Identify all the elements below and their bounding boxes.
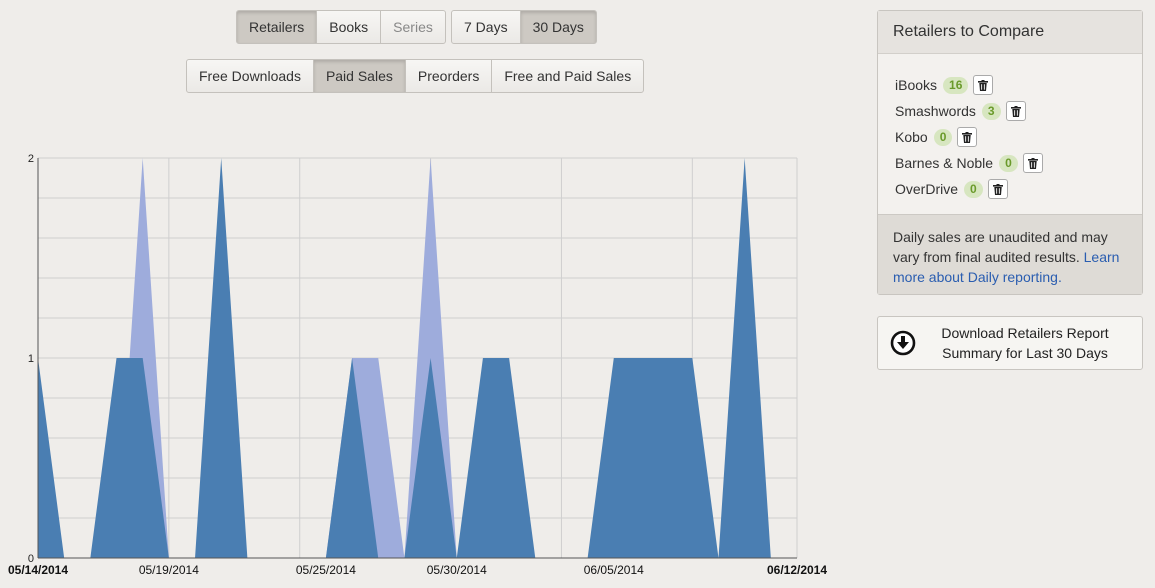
retailer-item: Smashwords 3 [895, 98, 1142, 124]
y-tick-label: 1 [28, 353, 34, 365]
panel-title: Retailers to Compare [878, 11, 1142, 54]
retailer-item: OverDrive 0 [895, 176, 1142, 202]
trash-icon[interactable] [973, 75, 994, 95]
trash-icon[interactable] [957, 127, 978, 147]
trash-icon[interactable] [987, 179, 1008, 199]
retailer-count-badge: 0 [933, 128, 953, 146]
note-text: Daily sales are unaudited and may vary f… [893, 229, 1108, 265]
retailer-name: Smashwords [895, 103, 976, 119]
tab-7-days[interactable]: 7 Days [451, 10, 521, 44]
trash-icon[interactable] [1005, 101, 1026, 121]
download-circle-icon [890, 330, 916, 356]
y-tick-label: 2 [28, 153, 34, 165]
retailer-name: OverDrive [895, 181, 959, 197]
sales-area-chart: 01205/14/2014 05/19/2014 05/25/2014 05/30/2… [8, 153, 827, 577]
sales-type-tabs: Free Downloads Paid Sales Preorders Free… [186, 59, 645, 93]
retailers-compare-panel: Retailers to Compare iBooks 16 Smashword… [877, 10, 1143, 295]
tab-30-days[interactable]: 30 Days [519, 10, 597, 44]
tab-books[interactable]: Books [316, 10, 382, 44]
tab-preorders[interactable]: Preorders [404, 59, 493, 93]
retailer-item: iBooks 16 [895, 72, 1142, 98]
x-tick-label: 05/14/2014 [8, 563, 68, 577]
tab-series[interactable]: Series [380, 10, 446, 44]
download-report-button[interactable]: Download Retailers Report Summary for La… [877, 316, 1143, 370]
retailer-name: Kobo [895, 129, 928, 145]
view-type-tabs: Retailers Books Series [236, 10, 446, 44]
date-range-tabs: 7 Days 30 Days [451, 10, 597, 44]
retailer-item: Kobo 0 [895, 124, 1142, 150]
x-tick-label: 05/19/2014 [139, 563, 199, 577]
tab-free-downloads[interactable]: Free Downloads [186, 59, 314, 93]
daily-sales-note: Daily sales are unaudited and may vary f… [878, 214, 1142, 294]
x-tick-label: 05/30/2014 [427, 563, 487, 577]
x-tick-label: 05/25/2014 [296, 563, 356, 577]
retailer-name: Barnes & Noble [895, 155, 994, 171]
x-tick-label: 06/12/2014 [767, 563, 827, 577]
trash-icon[interactable] [1022, 153, 1043, 173]
retailer-count-badge: 3 [981, 102, 1001, 120]
tab-paid-sales[interactable]: Paid Sales [312, 59, 406, 93]
tab-free-and-paid-sales[interactable]: Free and Paid Sales [491, 59, 645, 93]
retailer-list: iBooks 16 Smashwords 3 Kobo 0 Barnes & N… [878, 54, 1142, 202]
retailer-count-badge: 16 [943, 76, 969, 94]
retailer-item: Barnes & Noble 0 [895, 150, 1142, 176]
retailer-name: iBooks [895, 77, 938, 93]
retailer-count-badge: 0 [964, 180, 983, 198]
x-tick-label: 06/05/2014 [584, 563, 644, 577]
retailer-count-badge: 0 [999, 154, 1018, 172]
download-label: Download Retailers Report Summary for La… [941, 325, 1109, 361]
tab-retailers[interactable]: Retailers [236, 10, 318, 44]
